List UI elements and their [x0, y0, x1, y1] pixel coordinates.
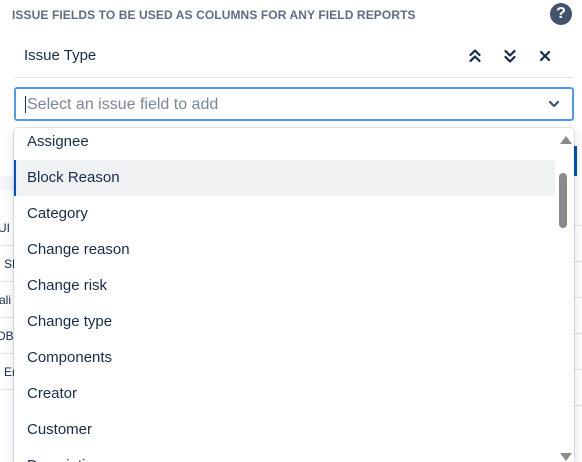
dropdown-option[interactable]: Customer — [14, 412, 555, 448]
background-divider — [574, 225, 582, 226]
move-to-top-icon — [469, 49, 481, 63]
chevron-down-icon[interactable] — [548, 99, 560, 109]
selected-field-row: Issue Type — [14, 36, 574, 78]
scrollbar-thumb[interactable] — [559, 173, 567, 228]
issue-field-select[interactable]: Select an issue field to add — [14, 87, 574, 121]
selected-field-label: Issue Type — [24, 47, 97, 64]
background-divider — [574, 405, 582, 406]
help-icon[interactable]: ? — [550, 3, 572, 25]
close-icon — [539, 50, 551, 62]
background-row: as — [0, 390, 14, 426]
remove-field-button[interactable] — [535, 44, 555, 68]
background-row: SF — [0, 246, 14, 282]
move-to-top-button[interactable] — [465, 44, 485, 68]
background-row: ali — [0, 282, 14, 318]
dropdown-option[interactable]: Assignee — [14, 128, 555, 160]
scroll-up-arrow-icon[interactable] — [560, 136, 572, 144]
dropdown-option[interactable]: Components — [14, 340, 555, 376]
move-to-bottom-icon — [504, 49, 516, 63]
background-band — [0, 176, 14, 190]
background-divider — [574, 333, 582, 334]
dropdown-option[interactable]: Change risk — [14, 268, 555, 304]
background-divider — [574, 297, 582, 298]
dropdown-option[interactable]: Block Reason — [14, 160, 555, 196]
issue-field-dropdown: Assignee Block Reason Category Change re… — [14, 128, 574, 462]
move-to-bottom-button[interactable] — [500, 44, 520, 68]
dropdown-scrollbar[interactable] — [555, 128, 574, 462]
background-divider — [574, 261, 582, 262]
dropdown-option[interactable]: Change type — [14, 304, 555, 340]
dropdown-option[interactable]: Description — [14, 448, 555, 462]
background-row: UI — [0, 210, 14, 246]
field-config-panel: ISSUE FIELDS TO BE USED AS COLUMNS FOR A… — [0, 0, 582, 462]
scroll-down-arrow-icon[interactable] — [560, 453, 572, 461]
background-divider — [574, 369, 582, 370]
dropdown-option[interactable]: Category — [14, 196, 555, 232]
section-title: ISSUE FIELDS TO BE USED AS COLUMNS FOR A… — [12, 8, 416, 22]
background-add-button-edge — [574, 146, 577, 176]
dropdown-option[interactable]: Change reason — [14, 232, 555, 268]
dropdown-option[interactable]: Creator — [14, 376, 555, 412]
background-row: En — [0, 354, 14, 390]
background-row: DB — [0, 318, 14, 354]
select-placeholder[interactable]: Select an issue field to add — [25, 96, 218, 113]
